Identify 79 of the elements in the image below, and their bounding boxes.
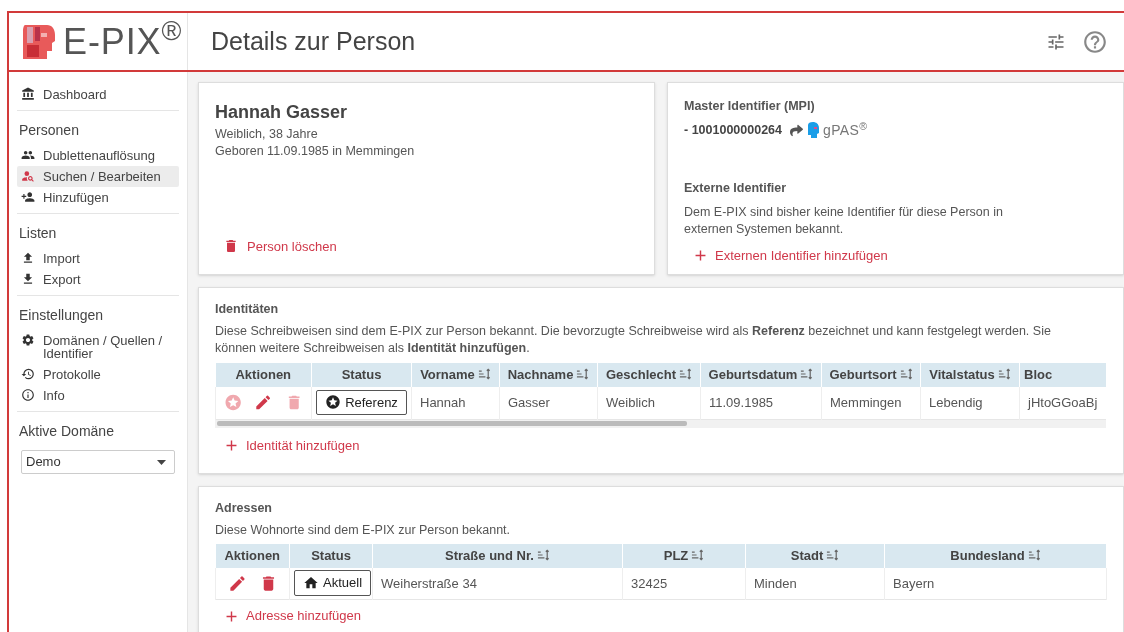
nav-item[interactable]: Info — [17, 385, 179, 406]
sort-icon[interactable] — [477, 368, 491, 381]
add-link[interactable]: Adresse hinzufügen — [223, 606, 361, 626]
star-icon — [325, 394, 342, 411]
gear-icon — [21, 333, 35, 347]
column-header: Status — [289, 543, 373, 568]
nav-item[interactable]: Dublettenauflösung — [17, 145, 179, 166]
mpi-value: - 1001000000264 — [684, 121, 782, 139]
table-cell: Gasser — [499, 387, 598, 419]
table-cell: Weiblich — [597, 387, 701, 419]
sort-icon[interactable] — [1027, 549, 1041, 561]
bank-icon — [21, 87, 35, 101]
logo-text: E-PIX$^{®}$ — [63, 23, 183, 60]
scrollbar-thumb[interactable] — [217, 421, 687, 426]
caret-icon[interactable] — [157, 459, 166, 465]
column-header[interactable]: PLZ — [622, 543, 746, 568]
nav-item[interactable]: Export — [17, 269, 179, 290]
section-heading: Adressen — [215, 500, 273, 516]
share-arrow-icon[interactable] — [790, 123, 803, 137]
section-heading: Einstellungen — [18, 306, 105, 325]
download-icon — [21, 272, 35, 286]
sort-icon[interactable] — [826, 549, 840, 561]
status-button[interactable]: Referenz — [316, 389, 407, 416]
nav-item[interactable]: Dashboard — [17, 84, 179, 105]
nav-item[interactable]: Suchen / Bearbeiten — [17, 166, 179, 187]
add-link[interactable]: Identität hinzufügen — [223, 435, 360, 455]
sort-icon[interactable] — [800, 368, 814, 381]
person-name: Hannah Gasser — [215, 101, 349, 124]
table-cell: Weiherstraße 34 — [372, 567, 623, 600]
sort-icon[interactable] — [679, 368, 693, 381]
description: Diese Schreibweisen sind dem E-PIX zur Person bekannt. Die bevorzugte Schreibweise wird als Referenz bezeichnet und kann festgelegt werden. Sie können weitere Schreibweisen als Identität hinzufügen. — [215, 323, 1052, 357]
table-cell: jHtoGGoaBj — [1019, 387, 1106, 419]
pencil-icon[interactable] — [227, 574, 247, 593]
nav-item[interactable]: Domänen / Quellen / Identifier — [17, 330, 179, 364]
add-link[interactable]: Externen Identifier hinzufügen — [692, 245, 888, 265]
sort-icon[interactable] — [899, 368, 913, 381]
description: Diese Wohnorte sind dem E-PIX zur Person bekannt. — [215, 522, 512, 538]
people-icon — [21, 148, 35, 162]
person-add-icon — [21, 190, 35, 204]
column-header[interactable]: Bundesland — [884, 543, 1107, 568]
description: Dem E-PIX sind bisher keine Identifier für diese Person in externen Systemen bekannt. — [684, 203, 1004, 238]
table-cell: Minden — [745, 567, 885, 600]
history-icon — [21, 367, 35, 381]
section-heading: Aktive Domäne — [18, 422, 115, 441]
sort-icon[interactable] — [576, 368, 590, 381]
column-header[interactable]: Stadt — [745, 543, 885, 568]
sort-icon[interactable] — [691, 549, 705, 561]
trash-icon — [223, 238, 239, 255]
status-button[interactable]: Aktuell — [294, 570, 372, 596]
section-heading: Master Identifier (MPI) — [684, 98, 816, 115]
gpas-head-icon — [807, 122, 819, 139]
table-cell: Bayern — [884, 567, 1107, 600]
table-cell: 32425 — [622, 567, 746, 600]
delete-link[interactable]: Person löschen — [223, 236, 638, 256]
info-icon — [21, 388, 35, 402]
table-cell: Lebendig — [920, 387, 1020, 419]
sort-icon[interactable] — [997, 368, 1011, 381]
nav-item[interactable]: Hinzufügen — [17, 187, 179, 208]
person-detail: Weiblich, 38 Jahre — [215, 126, 319, 143]
table-cell: 11.09.1985 — [700, 387, 822, 419]
person-detail: Geboren 11.09.1985 in Memmingen — [215, 143, 416, 160]
page-title: Details zur Person — [211, 25, 416, 57]
table-cell: Memmingen — [821, 387, 921, 419]
nav-item[interactable]: Import — [17, 248, 179, 269]
section-heading: Personen — [18, 121, 80, 140]
domain-select[interactable]: Demo — [21, 450, 175, 474]
section-heading: Identitäten — [215, 302, 280, 317]
table-cell: Hannah — [411, 387, 500, 419]
section-heading: Listen — [18, 224, 58, 243]
column-header: Aktionen — [215, 543, 290, 568]
sort-icon[interactable] — [536, 549, 550, 561]
person-search-icon — [21, 169, 35, 183]
nav-item[interactable]: Protokolle — [17, 364, 179, 385]
help-icon[interactable] — [1082, 28, 1108, 55]
gpas-logo-text: gPAS$^{®}$ — [823, 119, 868, 140]
section-heading: Externe Identifier — [684, 179, 788, 197]
column-header[interactable]: Straße und Nr. — [372, 543, 623, 568]
horizontal-scrollbar[interactable] — [215, 419, 1106, 428]
upload-icon — [21, 251, 35, 265]
